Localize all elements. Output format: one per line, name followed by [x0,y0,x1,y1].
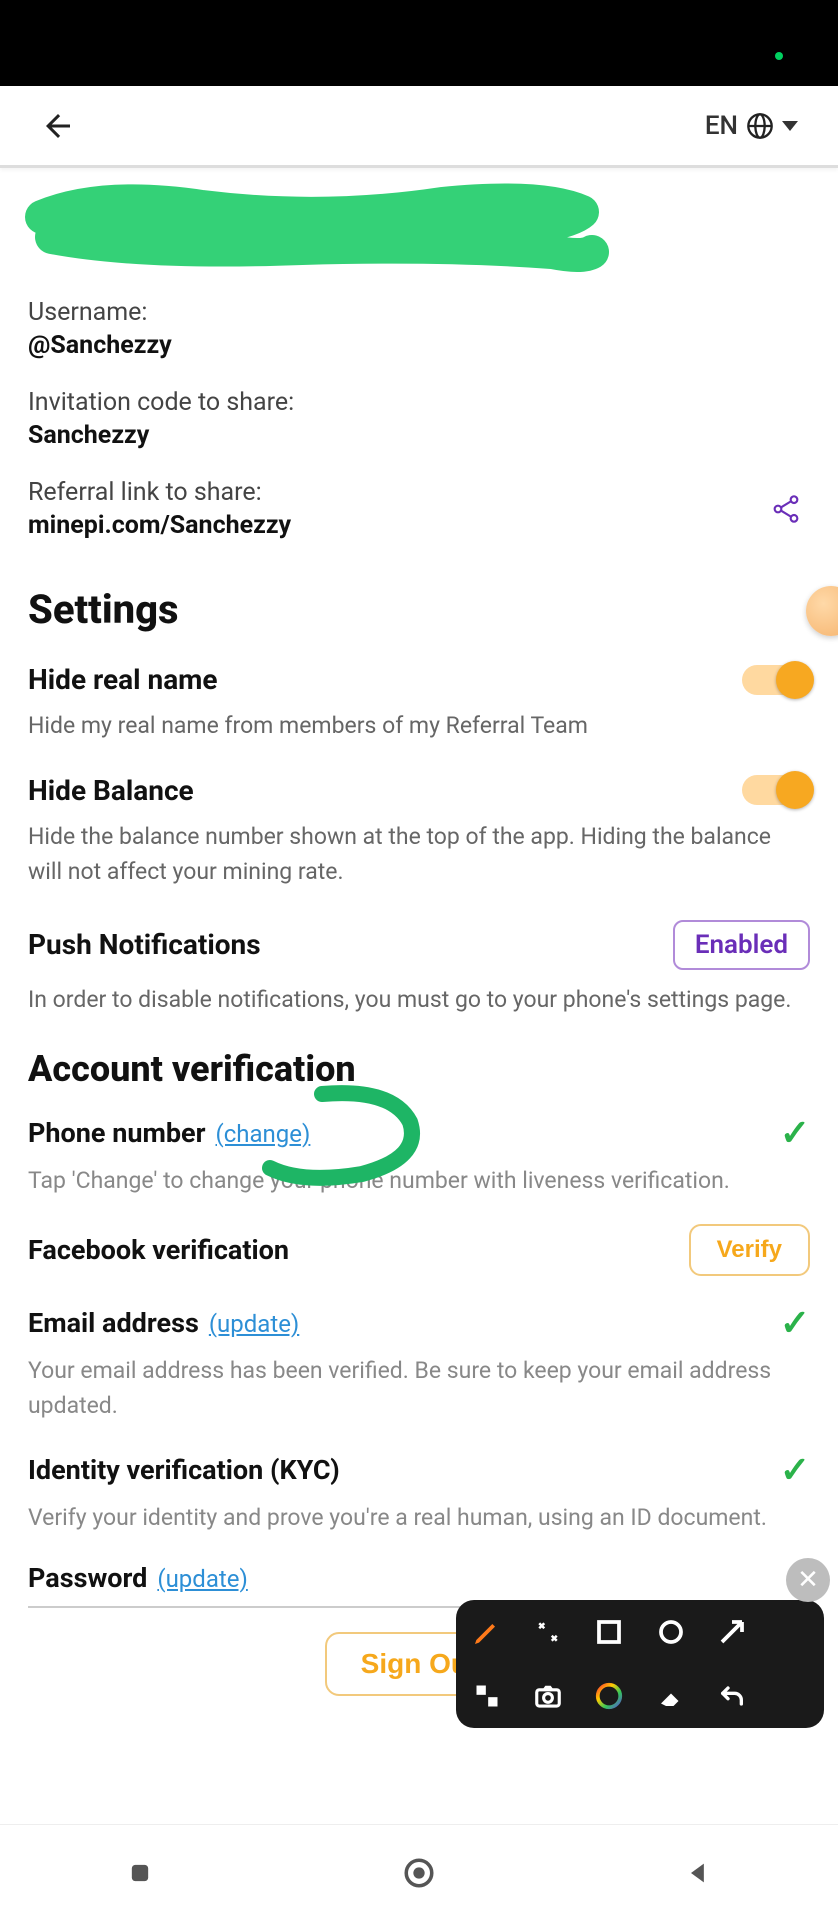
system-back-button[interactable] [676,1851,720,1895]
annotation-toolbar [456,1600,824,1728]
undo-icon[interactable] [713,1677,751,1715]
app-header: EN [0,86,838,168]
circle-tool-icon[interactable] [652,1613,690,1651]
kyc-title: Identity verification (KYC) [28,1454,340,1486]
push-enabled-badge[interactable]: Enabled [673,920,810,970]
referral-link-label: Referral link to share: [28,478,291,507]
floating-chat-bubble[interactable] [806,586,838,636]
arrow-left-icon [40,108,76,144]
facebook-verification-row: Facebook verification Verify [28,1224,810,1276]
referral-link-field: Referral link to share: minepi.com/Sanch… [28,478,810,540]
checkmark-icon: ✓ [780,1449,810,1491]
home-button[interactable] [397,1851,441,1895]
invitation-code-field: Invitation code to share: Sanchezzy [28,388,810,450]
color-picker-icon[interactable] [590,1677,628,1715]
settings-heading: Settings [28,586,810,633]
account-verification-heading: Account verification [28,1048,810,1090]
pixelate-tool-icon[interactable] [529,1613,567,1651]
toggle-knob [776,661,814,699]
email-verification-row: Email address (update) ✓ Your email addr… [28,1302,810,1423]
phone-number-title: Phone number [28,1117,206,1149]
push-notifications-title: Push Notifications [28,928,261,961]
hide-real-name-title: Hide real name [28,663,218,696]
recent-apps-button[interactable] [118,1851,162,1895]
hide-balance-desc: Hide the balance number shown at the top… [28,819,810,890]
content-area: Username: @Sanchezzy Invitation code to … [0,168,838,1724]
globe-icon [746,112,774,140]
kyc-verification-row: Identity verification (KYC) ✓ Verify you… [28,1449,810,1536]
arrow-tool-icon[interactable] [713,1613,751,1651]
push-notifications-desc: In order to disable notifications, you m… [28,982,810,1018]
hide-balance-toggle[interactable] [742,775,810,805]
hide-real-name-toggle[interactable] [742,665,810,695]
phone-number-desc: Tap 'Change' to change your phone number… [28,1164,810,1199]
email-address-desc: Your email address has been verified. Be… [28,1354,810,1423]
username-label: Username: [28,298,810,327]
chevron-down-icon [782,121,798,131]
invitation-code-value: Sanchezzy [28,421,810,450]
facebook-verify-button[interactable]: Verify [689,1224,810,1276]
status-bar [0,0,838,86]
checkmark-icon: ✓ [780,1302,810,1344]
language-label: EN [705,111,738,141]
email-update-link[interactable]: (update) [209,1310,299,1338]
phone-verification-row: Phone number (change) ✓ Tap 'Change' to … [28,1112,810,1199]
toggle-knob [776,771,814,809]
language-selector[interactable]: EN [705,111,798,141]
status-indicator-dot [775,52,783,60]
checkmark-icon: ✓ [780,1112,810,1154]
push-notifications-setting: Push Notifications Enabled In order to d… [28,920,810,1018]
username-value: @Sanchezzy [28,331,810,360]
facebook-verification-title: Facebook verification [28,1234,289,1266]
camera-tool-icon[interactable] [529,1677,567,1715]
rectangle-tool-icon[interactable] [590,1613,628,1651]
crop-tool-icon[interactable] [468,1677,506,1715]
annotation-close-button[interactable]: ✕ [786,1558,830,1602]
hide-balance-title: Hide Balance [28,774,194,807]
share-icon[interactable] [770,493,802,525]
back-button[interactable] [38,106,78,146]
hide-balance-setting: Hide Balance Hide the balance number sho… [28,774,810,890]
redaction-scribble [28,188,810,278]
phone-change-link[interactable]: (change) [216,1120,311,1148]
pen-tool-icon[interactable] [468,1613,506,1651]
referral-link-value: minepi.com/Sanchezzy [28,511,291,540]
eraser-tool-icon[interactable] [652,1677,690,1715]
username-field: Username: @Sanchezzy [28,298,810,360]
hide-real-name-setting: Hide real name Hide my real name from me… [28,663,810,744]
password-title: Password [28,1562,147,1594]
hide-real-name-desc: Hide my real name from members of my Ref… [28,708,810,744]
invitation-code-label: Invitation code to share: [28,388,810,417]
password-row: Password (update) [28,1562,810,1594]
system-navigation-bar [0,1824,838,1920]
kyc-desc: Verify your identity and prove you're a … [28,1501,810,1536]
password-update-link[interactable]: (update) [157,1565,247,1593]
email-address-title: Email address [28,1307,199,1339]
